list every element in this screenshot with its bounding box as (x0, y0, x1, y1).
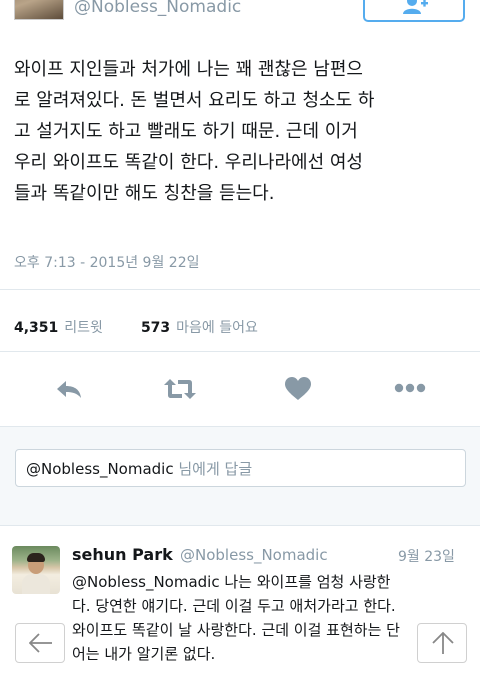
tweet-text-line: 로 알려져있다. 돈 벌면서 요리도 하고 청소도 하 (14, 90, 375, 111)
retweet-count[interactable]: 4,351 (14, 320, 58, 336)
reply-author-avatar[interactable] (12, 546, 60, 594)
back-button[interactable] (15, 623, 65, 663)
reply-input-mention: @Nobless_Nomadic (26, 460, 174, 478)
more-button[interactable] (394, 383, 426, 409)
author-handle[interactable]: @Nobless_Nomadic (74, 0, 241, 17)
tweet-text-line: 와이프 지인들과 처가에 나는 꽤 괜찮은 남편으 (14, 59, 363, 80)
reply-mention-link[interactable]: @Nobless_Nomadic (72, 573, 220, 591)
follow-user-icon (403, 0, 428, 14)
arrow-left-icon (29, 633, 52, 653)
tweet-text-line: 들과 똑같이만 해도 칭찬을 듣는다. (14, 183, 275, 204)
reply-date: 9월 23일 (398, 549, 455, 565)
follow-button[interactable] (363, 0, 465, 22)
retweet-count-label[interactable]: 리트윗 (64, 320, 103, 336)
divider (0, 289, 480, 290)
like-count[interactable]: 573 (141, 320, 170, 336)
reply-author-name[interactable]: sehun Park (72, 545, 173, 564)
reply-text-line: @Nobless_Nomadic 나는 와이프를 엄청 사랑한 (72, 570, 472, 594)
tweet-text-line: 우리 와이프도 똑같이 한다. 우리나라에선 여성 (14, 152, 363, 173)
tweet-stats: 4,351 리트윗 573 마음에 들어요 (14, 317, 258, 337)
reply-icon (57, 381, 81, 398)
tweet-text-line: 고 설거지도 하고 빨래도 하기 때문. 근데 이거 (14, 121, 358, 142)
author-avatar[interactable] (14, 0, 64, 20)
reply-input[interactable]: @Nobless_Nomadic 님에게 답글 (15, 449, 466, 487)
like-count-label[interactable]: 마음에 들어요 (176, 320, 258, 336)
arrow-up-icon (432, 632, 454, 654)
scroll-to-top-button[interactable] (417, 623, 467, 663)
retweet-button[interactable] (164, 377, 196, 403)
tweet-timestamp: 오후 7:13 - 2015년 9월 22일 (14, 255, 200, 271)
reply-input-suffix: 님에게 답글 (178, 460, 253, 478)
heart-icon (285, 377, 311, 400)
divider (0, 351, 480, 352)
tweet-detail-screen: @Nobless_Nomadic 와이프 지인들과 처가에 나는 꽤 괜찮은 남… (0, 0, 480, 673)
tweet-text: 와이프 지인들과 처가에 나는 꽤 괜찮은 남편으 로 알려져있다. 돈 벌면서… (14, 54, 469, 209)
more-icon (394, 383, 426, 393)
like-button[interactable] (285, 377, 315, 403)
reply-text-line: 어는 내가 알기론 없다. (72, 645, 216, 663)
reply-button[interactable] (55, 377, 85, 403)
reply-author-handle[interactable]: @Nobless_Nomadic (180, 546, 328, 564)
reply-text-line: 다. 당연한 얘기다. 근데 이걸 두고 애처가라고 한다. (72, 597, 396, 615)
reply-text-fragment: 나는 와이프를 엄청 사랑한 (219, 573, 391, 591)
reply-text: @Nobless_Nomadic 나는 와이프를 엄청 사랑한 다. 당연한 얘… (72, 570, 472, 666)
retweet-icon (164, 379, 196, 399)
reply-text-line: 와이프도 똑같이 날 사랑한다. 근데 이걸 표현하는 단 (72, 621, 400, 639)
